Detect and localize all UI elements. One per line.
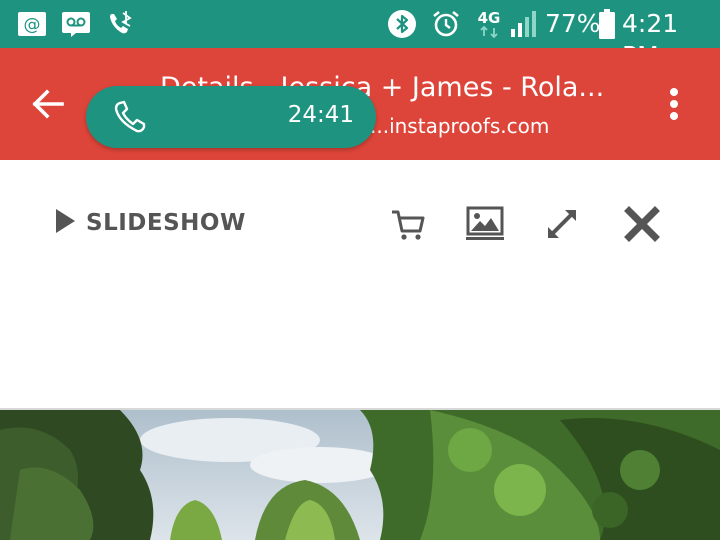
image-icon[interactable] (465, 204, 505, 244)
ongoing-call-pill[interactable]: 24:41 (86, 86, 376, 148)
slideshow-label: SLIDESHOW (86, 210, 246, 236)
fullscreen-icon[interactable] (542, 204, 582, 244)
at-sign-icon: @ (16, 8, 48, 40)
voicemail-icon (60, 8, 92, 40)
battery-icon (596, 8, 618, 40)
battery-percent: 77% (545, 9, 601, 38)
slideshow-button[interactable]: SLIDESHOW (54, 206, 246, 240)
play-icon (54, 208, 76, 238)
network-4g-icon: 4G (472, 8, 506, 40)
close-icon[interactable] (622, 204, 662, 244)
call-timer: 24:41 (287, 102, 354, 128)
back-arrow-icon[interactable] (24, 80, 72, 128)
phone-icon (112, 99, 148, 135)
alarm-icon (430, 8, 462, 40)
svg-text:@: @ (24, 15, 41, 35)
network-type-label: 4G (477, 9, 501, 27)
cart-icon[interactable] (388, 204, 428, 244)
signal-icon (508, 8, 540, 40)
bluetooth-icon (386, 8, 418, 40)
event-photo[interactable] (0, 410, 720, 540)
clock: 4:21 PM (622, 9, 679, 70)
page-subtitle: ...instaproofs.com (370, 114, 550, 138)
bluetooth-call-icon (104, 8, 136, 40)
status-bar: @ 4G 77% 4:21 (0, 0, 720, 70)
overflow-menu-icon[interactable] (658, 80, 690, 128)
photo-toolbar: SLIDESHOW (0, 160, 720, 290)
